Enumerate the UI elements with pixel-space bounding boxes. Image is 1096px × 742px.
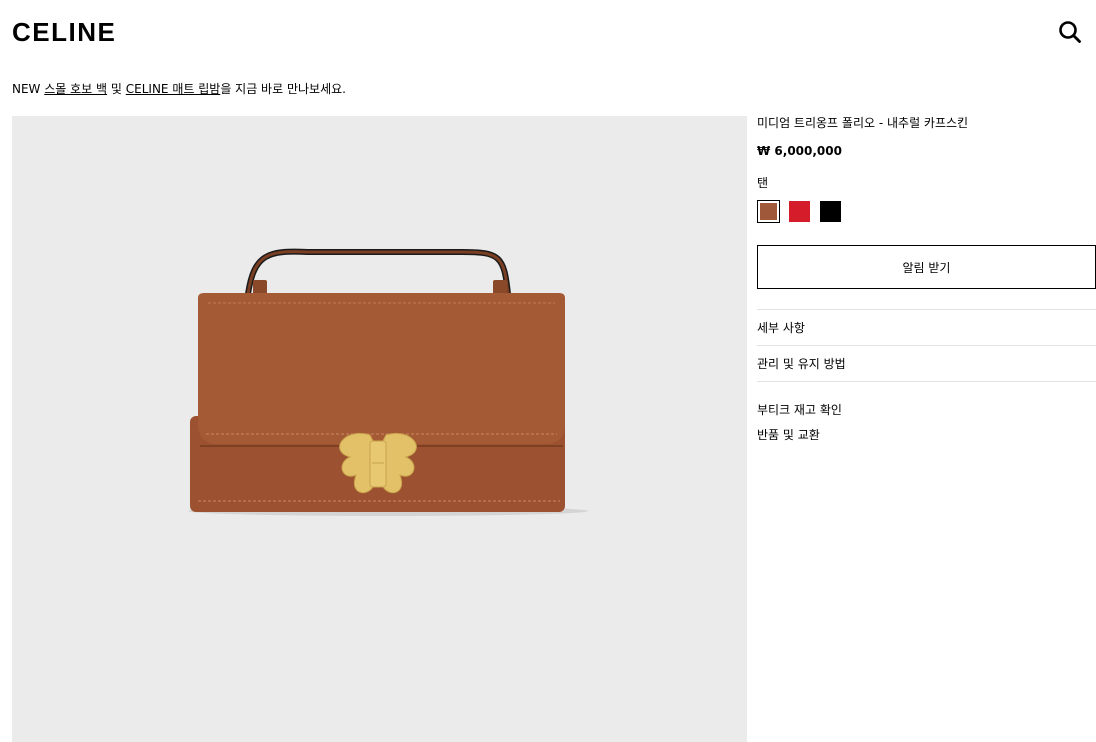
store-stock-link[interactable]: 부티크 재고 확인 [757, 398, 1096, 423]
selected-color-label: 탠 [757, 176, 769, 190]
swatch-red[interactable] [788, 200, 811, 223]
accordion-details[interactable]: 세부 사항 [757, 310, 1096, 346]
returns-exchanges-link[interactable]: 반품 및 교환 [757, 423, 1096, 448]
promo-middle: 및 [107, 82, 126, 96]
promo-banner: NEW 스몰 호보 백 및 CELINE 매트 립밤을 지금 바로 만나보세요. [12, 80, 346, 98]
swatch-black[interactable] [819, 200, 842, 223]
search-icon [1059, 21, 1081, 43]
promo-suffix: 을 지금 바로 만나보세요. [220, 82, 346, 96]
product-image[interactable] [12, 116, 747, 742]
product-name: 미디엄 트리옹프 폴리오 - 내추럴 카프스킨 [757, 116, 969, 130]
notify-me-button[interactable]: 알림 받기 [757, 245, 1096, 289]
celine-logo[interactable]: CELINE [12, 14, 116, 50]
swatch-tan[interactable] [757, 200, 780, 223]
site-header: CELINE [0, 0, 1096, 64]
product-info-panel: 미디엄 트리옹프 폴리오 - 내추럴 카프스킨 ₩ 6,000,000 탠 알림… [757, 114, 1096, 448]
promo-link-lip-balm[interactable]: CELINE 매트 립밤 [126, 82, 221, 96]
product-price: ₩ 6,000,000 [757, 144, 842, 158]
promo-prefix: NEW [12, 82, 45, 96]
search-button[interactable] [1058, 20, 1082, 44]
accordion-care[interactable]: 관리 및 유지 방법 [757, 346, 1096, 382]
promo-link-small-hobo-bag[interactable]: 스몰 호보 백 [44, 82, 107, 96]
product-links: 부티크 재고 확인 반품 및 교환 [757, 398, 1096, 448]
product-accordion: 세부 사항 관리 및 유지 방법 [757, 309, 1096, 382]
handbag-illustration [188, 248, 588, 516]
color-swatches [757, 200, 1096, 223]
